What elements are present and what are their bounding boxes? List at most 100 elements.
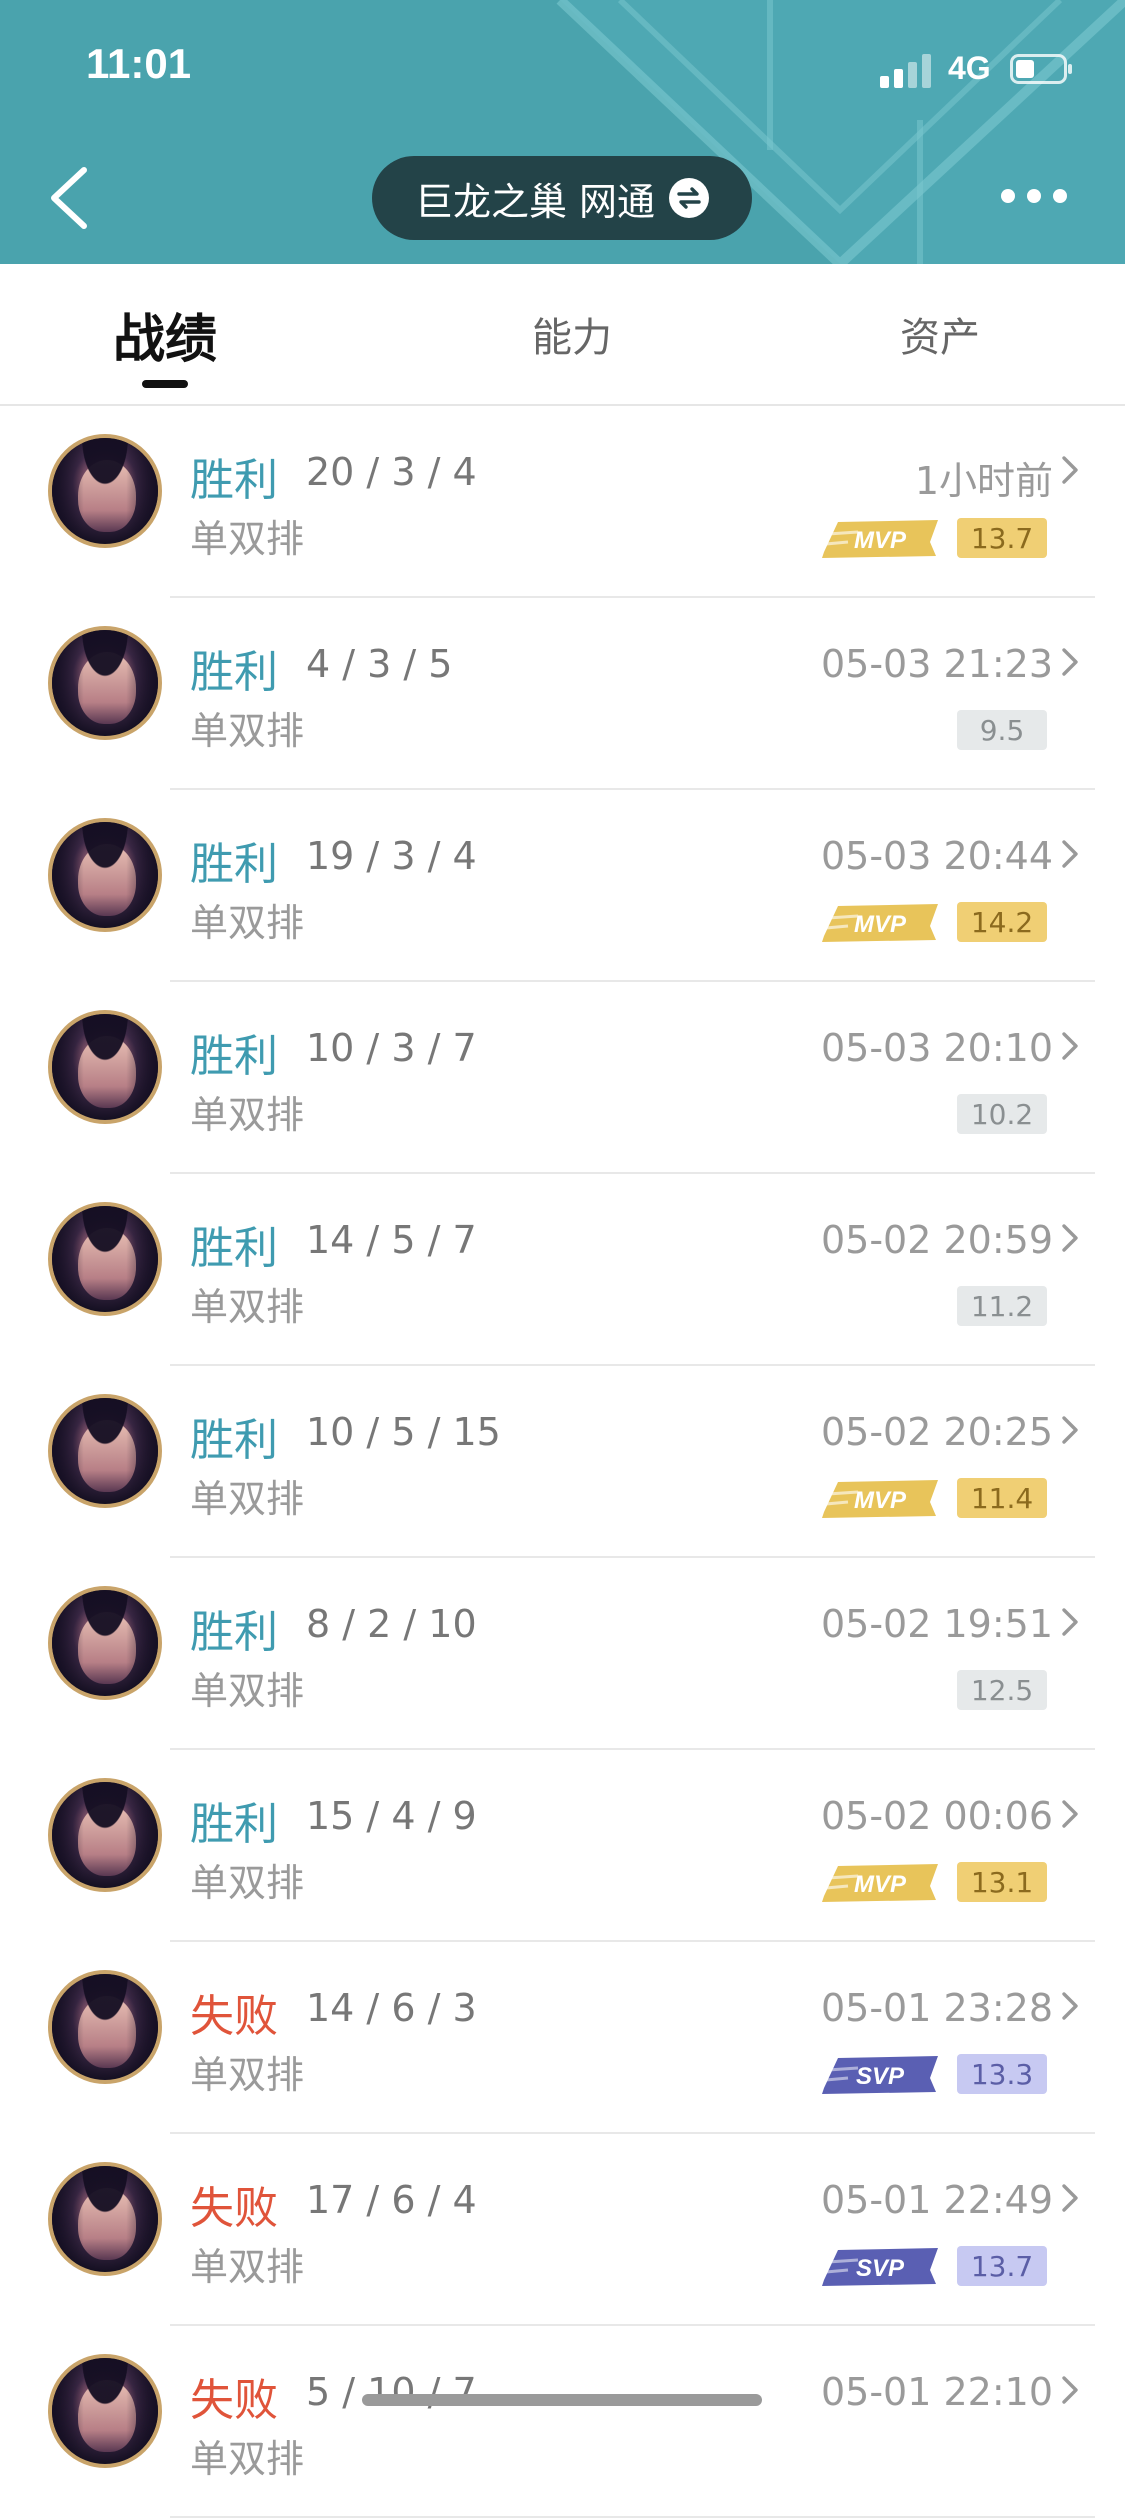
signal-icon [880,54,931,88]
match-kda: 5 / 10 / 7 [306,2370,477,2414]
back-button[interactable] [40,160,100,236]
match-time: 05-02 00:06 [820,1794,1053,1838]
mvp-badge: MVP [818,896,942,948]
match-mode: 单双排 [190,1861,305,1905]
chevron-right-icon [1062,648,1078,676]
mvp-badge: MVP [818,512,942,564]
avatar-hair [52,1974,158,2080]
status-time: 11:01 [86,40,192,87]
match-score: 10.2 [957,1094,1047,1134]
match-mode: 单双排 [190,1477,305,1521]
match-mode: 单双排 [190,901,305,945]
chevron-right-icon [1062,1800,1078,1828]
server-switch-button[interactable]: 巨龙之巢 网通 [372,156,752,240]
svg-text:MVP: MVP [854,1871,907,1898]
chevron-right-icon [1062,456,1078,484]
champion-avatar [48,1586,162,1700]
match-score: 13.7 [957,518,1047,558]
champion-avatar [48,434,162,548]
chevron-right-icon [1062,1032,1078,1060]
chevron-right-icon [1062,2184,1078,2212]
avatar-hair [52,1590,158,1696]
match-result: 失败 [190,1991,278,2042]
swap-icon [669,178,710,218]
chevron-right-icon [1062,1416,1078,1444]
champion-avatar [48,1778,162,1892]
active-tab-indicator [142,380,188,388]
match-score: 13.3 [957,2054,1047,2094]
match-score: 9.5 [957,710,1047,750]
match-time: 1小时前 [914,459,1053,503]
champion-avatar [48,1010,162,1124]
match-time: 05-02 20:59 [820,1218,1053,1262]
match-result: 胜利 [190,1607,278,1658]
match-mode: 单双排 [190,709,305,753]
chevron-right-icon [1062,2376,1078,2404]
champion-avatar [48,1970,162,2084]
match-row[interactable]: 胜利 4 / 3 / 5 单双排 05-03 21:23 9.5 [0,598,1125,790]
champion-avatar [48,818,162,932]
more-icon[interactable] [994,176,1074,216]
svg-text:MVP: MVP [854,1487,907,1514]
tab-assets[interactable]: 资产 [865,264,1015,404]
network-type: 4G [948,50,991,86]
tab-ability[interactable]: 能力 [497,264,647,404]
match-mode: 单双排 [190,517,305,561]
match-result: 胜利 [190,647,278,698]
match-kda: 10 / 3 / 7 [306,1026,477,1070]
champion-avatar [48,2162,162,2276]
match-row[interactable]: 胜利 10 / 5 / 15 单双排 05-02 20:25 MVP 11.4 [0,1366,1125,1558]
match-row[interactable]: 失败 17 / 6 / 4 单双排 05-01 22:49 SVP 13.7 [0,2134,1125,2326]
avatar-hair [52,438,158,544]
match-score: 11.4 [957,1478,1047,1518]
home-indicator [362,2394,762,2406]
match-row[interactable]: 胜利 10 / 3 / 7 单双排 05-03 20:10 10.2 [0,982,1125,1174]
match-mode: 单双排 [190,2437,305,2481]
avatar-hair [52,1398,158,1504]
match-mode: 单双排 [190,1669,305,1713]
match-row[interactable]: 胜利 19 / 3 / 4 单双排 05-03 20:44 MVP 14.2 [0,790,1125,982]
match-row[interactable]: 失败 5 / 10 / 7 单双排 05-01 22:10 [0,2326,1125,2518]
match-row[interactable]: 胜利 14 / 5 / 7 单双排 05-02 20:59 11.2 [0,1174,1125,1366]
status-bar: 11:01 4G [0,0,1125,140]
champion-avatar [48,626,162,740]
svg-text:MVP: MVP [854,911,907,938]
app-header: 11:01 4G 巨龙之巢 网通 [0,0,1125,264]
avatar-hair [52,1782,158,1888]
match-mode: 单双排 [190,1093,305,1137]
mvp-badge: MVP [818,1472,942,1524]
match-score: 13.7 [957,2246,1047,2286]
server-name: 巨龙之巢 网通 [414,179,656,224]
chevron-right-icon [1062,1608,1078,1636]
avatar-hair [52,2166,158,2272]
match-time: 05-03 20:44 [820,834,1053,878]
tab-bar: 战绩 能力 资产 [0,264,1125,406]
mvp-badge: MVP [818,1856,942,1908]
match-kda: 4 / 3 / 5 [306,642,453,686]
match-result: 失败 [190,2183,278,2234]
match-kda: 10 / 5 / 15 [306,1410,501,1454]
match-row[interactable]: 胜利 8 / 2 / 10 单双排 05-02 19:51 12.5 [0,1558,1125,1750]
champion-avatar [48,1202,162,1316]
match-result: 胜利 [190,1799,278,1850]
svp-badge: SVP [818,2048,942,2100]
svp-badge: SVP [818,2240,942,2292]
match-row[interactable]: 胜利 15 / 4 / 9 单双排 05-02 00:06 MVP 13.1 [0,1750,1125,1942]
match-result: 胜利 [190,839,278,890]
match-result: 胜利 [190,1223,278,1274]
match-result: 胜利 [190,1031,278,1082]
avatar-hair [52,822,158,928]
match-time: 05-01 22:49 [820,2178,1053,2222]
avatar-hair [52,1014,158,1120]
match-row[interactable]: 失败 14 / 6 / 3 单双排 05-01 23:28 SVP 13.3 [0,1942,1125,2134]
match-kda: 14 / 6 / 3 [306,1986,477,2030]
match-row[interactable]: 胜利 20 / 3 / 4 单双排 1小时前 MVP 13.7 [0,406,1125,598]
chevron-right-icon [1062,840,1078,868]
match-time: 05-02 19:51 [820,1602,1053,1646]
match-kda: 15 / 4 / 9 [306,1794,477,1838]
match-mode: 单双排 [190,1285,305,1329]
match-time: 05-03 20:10 [820,1026,1053,1070]
match-list: 胜利 20 / 3 / 4 单双排 1小时前 MVP 13.7 胜利 4 / 3 / 5 单双排… [0,406,1125,2518]
svg-text:MVP: MVP [854,527,907,554]
match-score: 14.2 [957,902,1047,942]
